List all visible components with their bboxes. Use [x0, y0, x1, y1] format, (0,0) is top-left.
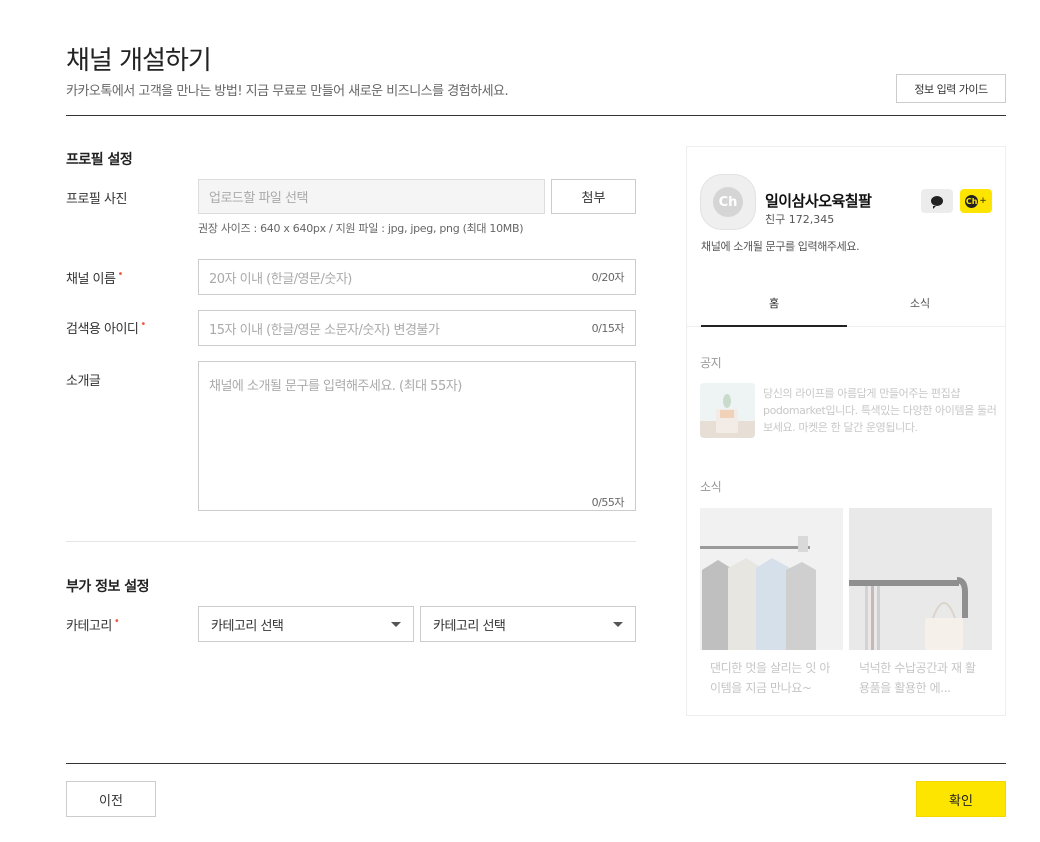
profile-photo-file-input[interactable]: 업로드할 파일 선택: [198, 179, 545, 214]
tab-news[interactable]: 소식: [847, 295, 993, 311]
intro-counter: 0/55자: [591, 496, 625, 509]
header-divider: [66, 115, 1006, 116]
category-label: 카테고리 •: [66, 615, 120, 634]
profile-photo-placeholder: 업로드할 파일 선택: [209, 191, 308, 206]
plus-icon: +: [979, 196, 987, 206]
channel-name-label: 채널 이름 •: [66, 268, 123, 287]
preview-channel-name: 일이삼사오육칠팔: [765, 192, 872, 210]
channel-name-counter: 0/20자: [591, 271, 625, 284]
avatar: Ch: [700, 174, 756, 230]
category-label-text: 카테고리: [66, 619, 112, 634]
tab-active-indicator: [701, 325, 847, 327]
category-select-1[interactable]: 카테고리 선택: [198, 606, 414, 642]
news-card-text: 넉넉한 수납공간과 재 활용품을 활용한 에...: [859, 661, 976, 695]
channel-preview-panel: Ch 일이삼사오육칠팔 친구 172,345 Ch + 채널에 소개될 문구를 입…: [686, 146, 1006, 716]
preview-friend-count: 친구 172,345: [765, 213, 835, 226]
preview-description: 채널에 소개될 문구를 입력해주세요.: [701, 240, 860, 253]
previous-button[interactable]: 이전: [66, 781, 156, 817]
notice-thumbnail: [700, 383, 755, 438]
channel-add-icon: Ch: [965, 194, 979, 208]
section-divider: [66, 541, 636, 542]
category-select-2-value: 카테고리 선택: [433, 618, 506, 634]
profile-section-title: 프로필 설정: [66, 152, 133, 168]
chat-button[interactable]: [921, 189, 953, 213]
add-channel-button[interactable]: Ch +: [960, 189, 992, 213]
page-title: 채널 개설하기: [66, 46, 212, 76]
confirm-button[interactable]: 확인: [916, 781, 1006, 817]
profile-photo-hint: 권장 사이즈 : 640 x 640px / 지원 파일 : jpg, jpeg…: [198, 222, 524, 235]
required-mark: •: [113, 616, 120, 627]
notice-text: 당신의 라이프를 아름답게 만들어주는 편집샵 podomarket입니다. 특…: [763, 387, 997, 434]
category-select-2[interactable]: 카테고리 선택: [420, 606, 636, 642]
footer-divider: [66, 763, 1006, 764]
category-select-1-value: 카테고리 선택: [211, 618, 284, 634]
notice-section-title: 공지: [700, 356, 722, 370]
news-card[interactable]: 넉넉한 수납공간과 재 활용품을 활용한 에...: [849, 508, 992, 708]
chevron-down-icon: [613, 621, 623, 627]
intro-textarea[interactable]: 채널에 소개될 문구를 입력해주세요. (최대 55자) 0/55자: [198, 361, 636, 511]
search-id-label-text: 검색용 아이디: [66, 322, 139, 337]
news-section-title: 소식: [700, 480, 722, 494]
required-mark: •: [117, 269, 123, 280]
news-card-text: 댄디한 멋을 살리는 잇 아이템을 지금 만나요~: [710, 661, 831, 695]
chevron-down-icon: [391, 621, 401, 627]
required-mark: •: [140, 319, 146, 330]
news-card[interactable]: 댄디한 멋을 살리는 잇 아이템을 지금 만나요~: [700, 508, 843, 708]
search-id-counter: 0/15자: [591, 322, 625, 335]
channel-logo-icon: Ch: [713, 187, 743, 217]
search-id-placeholder: 15자 이내 (한글/영문 소문자/숫자) 변경불가: [209, 322, 440, 338]
channel-name-placeholder: 20자 이내 (한글/영문/숫자): [209, 271, 352, 287]
extra-section-title: 부가 정보 설정: [66, 579, 150, 595]
profile-photo-label: 프로필 사진: [66, 192, 127, 207]
news-card-image: [849, 508, 992, 650]
channel-name-label-text: 채널 이름: [66, 272, 116, 287]
page-subtitle: 카카오톡에서 고객을 만나는 방법! 지금 무료로 만들어 새로운 비즈니스를 …: [66, 84, 509, 99]
search-id-input[interactable]: 15자 이내 (한글/영문 소문자/숫자) 변경불가 0/15자: [198, 310, 636, 346]
attach-button[interactable]: 첨부: [551, 179, 636, 214]
chat-bubble-icon: [931, 196, 943, 209]
tab-home[interactable]: 홈: [701, 295, 847, 311]
intro-label: 소개글: [66, 374, 101, 389]
intro-placeholder: 채널에 소개될 문구를 입력해주세요. (최대 55자): [209, 379, 462, 394]
info-guide-button[interactable]: 정보 입력 가이드: [896, 74, 1006, 103]
search-id-label: 검색용 아이디 •: [66, 318, 146, 337]
news-card-image: [700, 508, 843, 650]
channel-name-input[interactable]: 20자 이내 (한글/영문/숫자) 0/20자: [198, 259, 636, 295]
